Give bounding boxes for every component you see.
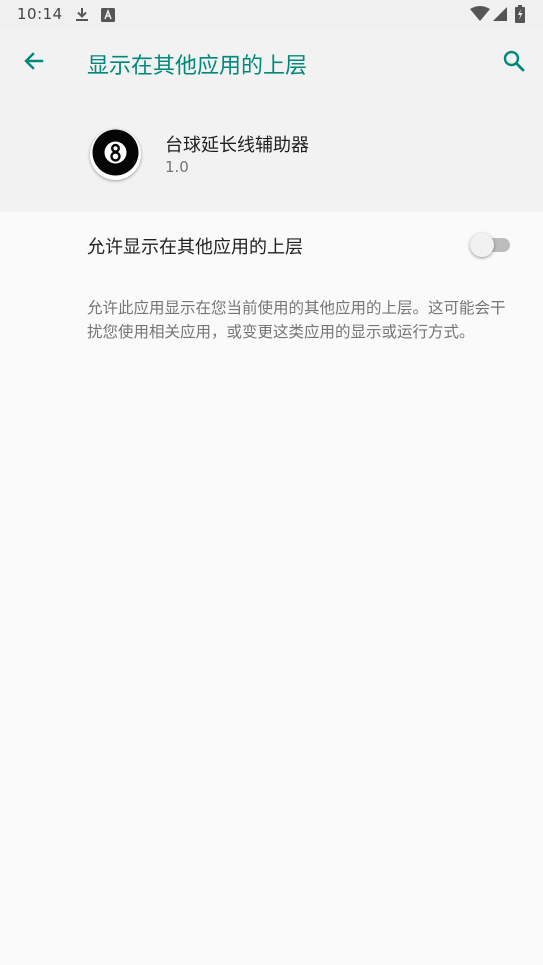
app-icon [90,129,141,180]
app-version: 1.0 [165,158,189,176]
permission-label: 允许显示在其他应用的上层 [87,237,303,258]
wifi-icon [470,6,490,26]
signal-icon [492,6,508,26]
keyboard-a-icon [101,7,115,26]
screen: 10:14 显示在其他应用的上层 台球延长线辅助器 1.0 允许显示在其他应用的… [0,0,543,965]
permission-toggle[interactable] [470,232,512,258]
app-bar: 显示在其他应用的上层 台球延长线辅助器 1.0 [0,29,543,212]
page-title: 显示在其他应用的上层 [87,54,308,79]
eight-ball-icon [92,129,139,180]
toggle-thumb [470,233,494,257]
search-icon [502,49,526,77]
battery-icon [515,5,525,27]
arrow-back-icon [22,49,46,77]
app-name: 台球延长线辅助器 [165,135,309,156]
status-time: 10:14 [17,5,63,23]
status-bar: 10:14 [0,0,543,29]
back-button[interactable] [16,45,52,81]
permission-row[interactable]: 允许显示在其他应用的上层 [0,212,543,278]
search-button[interactable] [496,45,532,81]
permission-description: 允许此应用显示在您当前使用的其他应用的上层。这可能会干扰您使用相关应用，或变更这… [87,299,506,341]
download-icon [74,6,90,26]
